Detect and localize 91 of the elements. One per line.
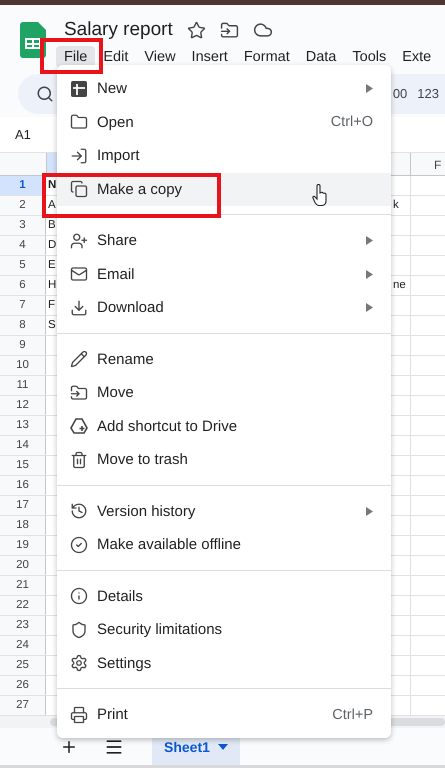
decimal-button[interactable]: 00 bbox=[392, 86, 408, 101]
row-header[interactable]: 27 bbox=[0, 696, 46, 715]
download-icon bbox=[70, 298, 88, 317]
menu-item[interactable]: Version history bbox=[57, 494, 391, 528]
menu-item[interactable]: Move to trash bbox=[57, 443, 391, 476]
table-cell-text: F bbox=[47, 298, 56, 313]
submenu-arrow-icon bbox=[366, 303, 373, 312]
row-header[interactable]: 12 bbox=[0, 396, 46, 415]
row-header[interactable]: 25 bbox=[0, 656, 46, 675]
menu-item[interactable]: Security limitations bbox=[57, 613, 391, 646]
submenu-arrow-icon bbox=[366, 270, 373, 279]
table-cell-text: A bbox=[47, 198, 56, 213]
row-header[interactable]: 19 bbox=[0, 536, 46, 555]
table-cell-text: H bbox=[47, 278, 56, 293]
row-header[interactable]: 20 bbox=[0, 556, 46, 575]
submenu-arrow-icon bbox=[366, 506, 373, 516]
row-header[interactable]: 17 bbox=[0, 496, 46, 515]
column-header[interactable]: F bbox=[410, 153, 445, 175]
menu-item[interactable]: New bbox=[57, 72, 391, 106]
menu-item[interactable]: Format bbox=[236, 46, 298, 68]
row-header[interactable]: 8 bbox=[0, 316, 46, 335]
info-icon bbox=[70, 587, 88, 606]
menu-item[interactable]: Email bbox=[57, 258, 391, 291]
shield-icon bbox=[70, 620, 88, 639]
menu-item[interactable]: Open Ctrl+O bbox=[57, 106, 391, 139]
menu-item[interactable]: Make available offline bbox=[57, 528, 391, 562]
row-header[interactable]: 3 bbox=[0, 216, 46, 235]
drive-shortcut-icon bbox=[70, 417, 88, 436]
row-header[interactable]: 18 bbox=[0, 516, 46, 535]
pointer-hand-icon bbox=[312, 184, 328, 206]
row-header[interactable]: 11 bbox=[0, 376, 46, 395]
sheets-logo-icon bbox=[20, 22, 46, 58]
menu-item[interactable]: Rename bbox=[57, 342, 391, 376]
trash-icon bbox=[70, 450, 88, 469]
row-header[interactable]: 14 bbox=[0, 436, 46, 455]
menu-item[interactable]: Make a copy bbox=[57, 172, 391, 206]
row-header[interactable]: 4 bbox=[0, 236, 46, 255]
move-folder-icon bbox=[70, 384, 88, 402]
table-cell-text: E bbox=[47, 258, 56, 273]
printer-icon bbox=[70, 706, 88, 724]
table-cell-text: D bbox=[47, 238, 56, 253]
row-header[interactable]: 13 bbox=[0, 416, 46, 435]
row-header[interactable]: 21 bbox=[0, 576, 46, 595]
row-header[interactable]: 9 bbox=[0, 336, 46, 355]
table-cell-text: S bbox=[47, 318, 56, 333]
menu-item[interactable]: Download bbox=[57, 291, 391, 324]
menu-item[interactable]: Details bbox=[57, 580, 391, 613]
row-header[interactable]: 5 bbox=[0, 256, 46, 275]
name-box[interactable]: A1 bbox=[15, 127, 31, 142]
table-cell-text: N bbox=[47, 178, 56, 193]
menu-item[interactable]: Tools bbox=[344, 46, 394, 68]
submenu-arrow-icon bbox=[366, 84, 373, 94]
menu-item[interactable]: Share bbox=[57, 224, 391, 258]
menu-item[interactable]: Move bbox=[57, 376, 391, 410]
number-format-button[interactable]: 123 bbox=[417, 86, 439, 101]
settings-icon bbox=[70, 654, 88, 672]
row-header[interactable]: 26 bbox=[0, 676, 46, 695]
menu-item[interactable]: Exte bbox=[394, 46, 440, 68]
row-header[interactable]: 22 bbox=[0, 596, 46, 615]
row-header[interactable]: 7 bbox=[0, 296, 46, 315]
import-icon bbox=[70, 146, 88, 165]
row-header[interactable]: 24 bbox=[0, 636, 46, 655]
pencil-icon bbox=[70, 350, 88, 368]
new-sheet-icon bbox=[70, 80, 88, 98]
table-cell-text: B bbox=[47, 218, 56, 233]
submenu-arrow-icon bbox=[366, 236, 373, 246]
copy-icon bbox=[70, 180, 88, 198]
folder-icon bbox=[70, 113, 88, 132]
mail-icon bbox=[70, 265, 88, 284]
caret-icon bbox=[218, 744, 228, 750]
star-icon[interactable] bbox=[186, 20, 206, 40]
move-folder-icon[interactable] bbox=[220, 20, 239, 40]
row-header[interactable]: 15 bbox=[0, 456, 46, 475]
menu-item[interactable]: View bbox=[136, 46, 184, 68]
row-header[interactable]: 16 bbox=[0, 476, 46, 495]
search-icon[interactable] bbox=[36, 84, 54, 102]
history-icon bbox=[70, 502, 88, 520]
add-person-icon bbox=[70, 232, 88, 250]
document-title[interactable]: Salary report bbox=[64, 19, 173, 41]
menu-item[interactable]: Data bbox=[298, 46, 344, 68]
menu-item[interactable]: Settings bbox=[57, 646, 391, 680]
menu-item[interactable]: Insert bbox=[184, 46, 236, 68]
row-header[interactable]: 10 bbox=[0, 356, 46, 375]
check-circle-icon bbox=[70, 536, 88, 554]
row-header[interactable]: 23 bbox=[0, 616, 46, 635]
table-cell-text: k bbox=[392, 198, 399, 213]
row-header[interactable]: 6 bbox=[0, 276, 46, 295]
menu-item[interactable]: Edit bbox=[95, 46, 136, 68]
table-cell-text: ne bbox=[392, 278, 406, 293]
menu-item[interactable]: Add shortcut to Drive bbox=[57, 410, 391, 443]
menu-item[interactable]: Import bbox=[57, 139, 391, 172]
